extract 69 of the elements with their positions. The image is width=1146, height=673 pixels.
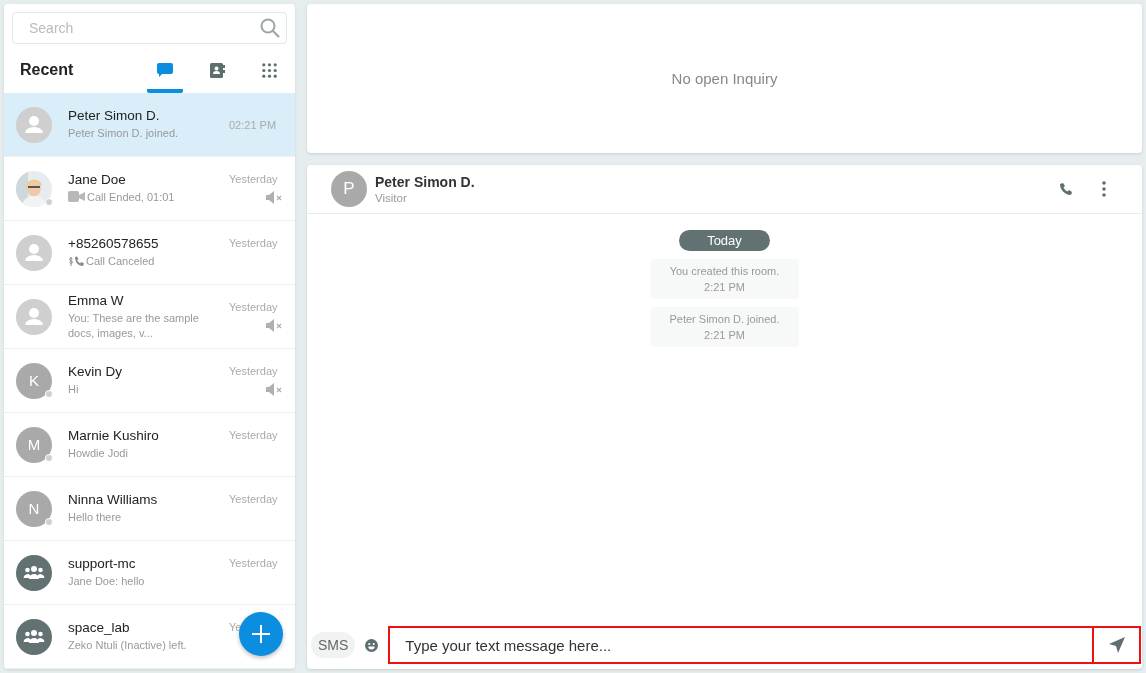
timestamp: 02:21 PM xyxy=(229,118,277,131)
video-camera-icon xyxy=(68,191,85,202)
timestamp: Yesterday xyxy=(229,365,278,377)
timestamp: Yesterday xyxy=(229,173,278,185)
sms-button[interactable]: SMS xyxy=(311,632,356,658)
dollar-phone-icon xyxy=(68,255,84,267)
avatar-icon xyxy=(16,234,52,271)
conversation-item[interactable]: K Kevin Dy Hi Yesterday xyxy=(4,349,295,413)
chat-bubble-icon xyxy=(157,63,173,77)
dialpad-icon xyxy=(261,62,277,78)
message-preview: Hi xyxy=(68,382,79,397)
contact-name: support-mc xyxy=(68,556,136,571)
avatar-icon xyxy=(16,298,52,335)
message-preview: Call Ended, 01:01 xyxy=(87,190,175,205)
avatar-initial: N xyxy=(16,490,52,527)
conversation-item[interactable]: Peter Simon D. Peter Simon D. joined. 02:21 PM xyxy=(4,93,295,157)
timestamp: Yesterday xyxy=(229,429,278,441)
conversation-item[interactable]: +85260578655 Call Canceled Yesterday xyxy=(4,221,295,285)
date-pill: Today xyxy=(679,230,770,251)
plus-icon xyxy=(252,625,270,643)
timestamp: Yesterday xyxy=(229,301,278,313)
more-options-icon[interactable] xyxy=(1102,181,1106,197)
chat-title: Peter Simon D. xyxy=(375,174,476,190)
contact-name: Jane Doe xyxy=(68,172,126,187)
timestamp: Yesterday xyxy=(229,237,278,249)
message-preview: You: These are the sample docs, images, v... xyxy=(68,310,200,341)
system-message-time: 2:21 PM xyxy=(704,328,745,343)
contact-name: space_lab xyxy=(68,620,130,635)
group-avatar-icon xyxy=(16,554,52,591)
send-button[interactable] xyxy=(1094,626,1141,664)
contact-name: +85260578655 xyxy=(68,236,159,251)
contact-book-icon xyxy=(209,62,225,78)
system-message-time: 2:21 PM xyxy=(704,280,745,295)
phone-icon[interactable] xyxy=(1059,182,1072,196)
conversation-item[interactable]: N Ninna Williams Hello there Yesterday xyxy=(4,477,295,541)
empty-message: No open Inquiry xyxy=(671,70,778,87)
message-preview: Peter Simon D. joined. xyxy=(68,126,179,141)
timestamp: Ye xyxy=(229,621,242,633)
avatar-icon xyxy=(16,106,52,143)
message-preview: Jane Doe: hello xyxy=(68,574,145,589)
system-message-text: Peter Simon D. joined. xyxy=(669,312,780,327)
chat-subtitle: Visitor xyxy=(375,192,408,204)
contact-name: Marnie Kushiro xyxy=(68,428,159,443)
list-title: Recent xyxy=(20,61,74,79)
system-message-text: You created this room. xyxy=(669,264,780,279)
new-chat-button[interactable] xyxy=(239,612,283,656)
send-icon xyxy=(1108,637,1125,653)
message-preview: Zeko Ntuli (Inactive) left. xyxy=(68,638,187,653)
group-avatar-icon xyxy=(16,618,52,655)
emoji-icon[interactable] xyxy=(365,638,379,652)
conversation-item[interactable]: support-mc Jane Doe: hello Yesterday xyxy=(4,541,295,605)
contact-name: Ninna Williams xyxy=(68,492,158,507)
message-input[interactable]: Type your text message here... xyxy=(388,626,1094,664)
message-preview: Hello there xyxy=(68,510,122,525)
conversation-item[interactable]: Jane Doe Call Ended, 01:01 Yesterday xyxy=(4,157,295,221)
conversation-item[interactable]: M Marnie Kushiro Howdie Jodi Yesterday xyxy=(4,413,295,477)
avatar-initial: M xyxy=(16,426,52,463)
contact-name: Kevin Dy xyxy=(68,364,123,379)
avatar-initial: K xyxy=(16,362,52,399)
avatar-initial: P xyxy=(331,171,367,207)
message-preview: Howdie Jodi xyxy=(68,446,128,461)
search-field[interactable]: Search xyxy=(12,12,287,44)
contact-name: Emma W xyxy=(68,292,124,308)
timestamp: Yesterday xyxy=(229,493,278,505)
contact-name: Peter Simon D. xyxy=(68,108,160,123)
search-icon xyxy=(260,18,280,38)
timestamp: Yesterday xyxy=(229,557,278,569)
message-preview: Call Canceled xyxy=(86,254,155,269)
conversation-item[interactable]: Emma W You: These are the sample docs, images, v... Yesterday xyxy=(4,285,295,349)
